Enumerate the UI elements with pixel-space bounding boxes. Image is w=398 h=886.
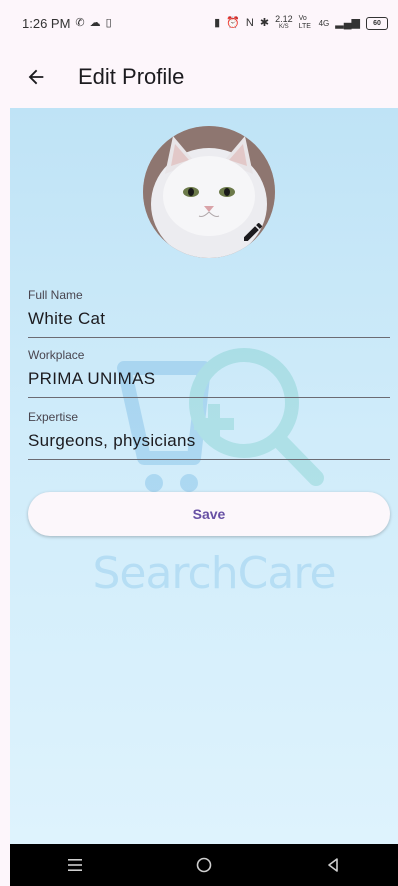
back-button[interactable] [22, 63, 50, 91]
edit-pencil-icon[interactable] [241, 220, 265, 244]
full-name-field[interactable]: Full Name [28, 288, 392, 338]
net-speed-value: 2.12 [275, 14, 293, 24]
watermark-text: SearchCare [92, 548, 336, 599]
status-right: ▮ ⏰ N ✱ 2.12 K/S Vo LTE 4G ▂▄▆ 60 [214, 15, 388, 31]
alarm-icon: ⏰ [226, 16, 240, 29]
bluetooth-icon: ✱ [259, 16, 270, 29]
workplace-label: Workplace [28, 348, 85, 362]
volte-label: Vo LTE [298, 15, 311, 30]
notification-icon: ▯ [105, 16, 112, 29]
signal-icon: ▂▄▆ [335, 16, 360, 29]
whatsapp-icon: ✆ [75, 16, 85, 29]
triangle-back-icon [328, 858, 339, 872]
vibrate-icon: ▮ [214, 16, 221, 29]
status-time: 1:26 PM [22, 15, 71, 31]
expertise-input[interactable] [28, 430, 392, 459]
expertise-field[interactable]: Expertise [28, 410, 392, 460]
back-arrow-icon [28, 69, 44, 85]
signal-label: 4G [318, 18, 330, 28]
app-bar: Edit Profile [0, 46, 398, 108]
battery-icon: 60 [366, 16, 388, 30]
home-circle-icon [196, 857, 212, 873]
save-button[interactable]: Save [28, 492, 390, 536]
recents-button[interactable] [55, 850, 95, 880]
cloud-icon: ☁ [89, 16, 101, 29]
content-area: SearchCare Full Name White Cat Workplace… [10, 108, 398, 844]
net-speed-unit: K/S [279, 24, 289, 30]
nfc-icon: N [245, 16, 254, 29]
workplace-field[interactable]: Workplace [28, 348, 392, 398]
status-left: 1:26 PM ✆ ☁ ▯ [22, 16, 112, 31]
status-bar: 1:26 PM ✆ ☁ ▯ ▮ ⏰ N ✱ 2.12 K/S Vo LTE 4G… [0, 0, 398, 46]
net-speed: 2.12 K/S [275, 15, 293, 31]
expertise-label: Expertise [28, 410, 79, 424]
home-button[interactable] [184, 850, 224, 880]
menu-icon [67, 859, 82, 871]
back-nav-button[interactable] [313, 850, 353, 880]
full-name-label: Full Name [28, 288, 83, 302]
battery-level: 60 [373, 19, 381, 27]
avatar-container [143, 126, 275, 258]
workplace-input[interactable] [28, 368, 392, 397]
page-title: Edit Profile [78, 64, 185, 89]
navigation-bar [10, 844, 398, 886]
full-name-input[interactable] [28, 308, 392, 337]
